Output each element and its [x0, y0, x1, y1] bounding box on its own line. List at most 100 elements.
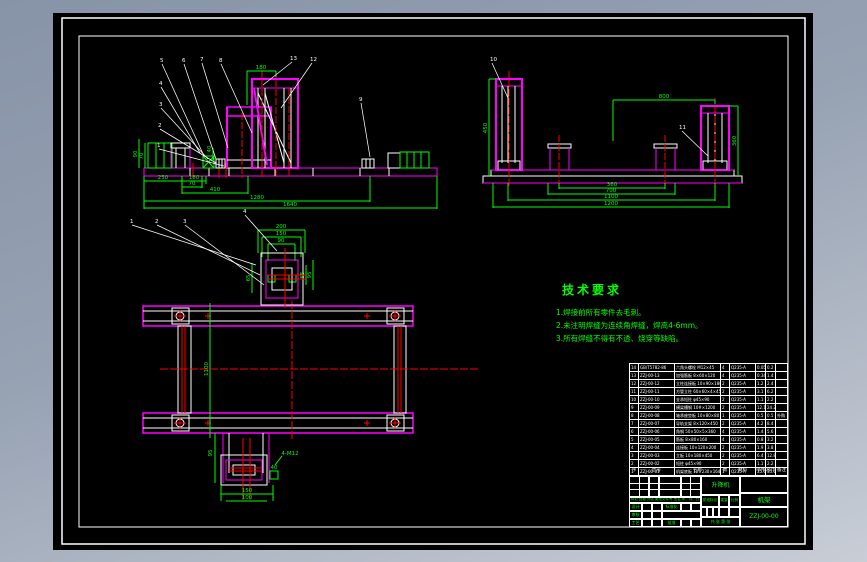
scale-label: 比例 [729, 495, 740, 507]
bom-row: 9 ZZJ-00-09 横梁槽钢 10#×1200 2 Q235-A 12.1 … [630, 404, 788, 412]
dimension: 1640 [283, 202, 297, 208]
bom-cell-name: 横梁槽钢 10#×1200 [675, 404, 721, 412]
signature-cell [642, 511, 652, 519]
revision-grid-col [659, 476, 681, 497]
bom-cell-total-weight: 12.8 [766, 452, 776, 460]
dimension: 90 [133, 150, 139, 157]
bom-row: 5 ZZJ-00-05 筋板 8×80×160 4 Q235-A 0.8 3.2 [630, 436, 788, 444]
bom-cell-total-weight: 8.4 [766, 420, 776, 428]
bom-table: 14 GB/T5782-86 六角头螺栓 M12×45 4 Q235-A 0.0… [629, 363, 788, 476]
bom-cell-code: ZZJ-00-04 [639, 444, 675, 452]
bom-cell-total-weight: 2.4 [766, 380, 776, 388]
weight-label: 重量 [719, 495, 729, 507]
bom-cell-total-weight: 3.8 [766, 444, 776, 452]
bom-cell-no: 10 [630, 396, 639, 404]
dimension: 150 [242, 488, 253, 494]
date-cell [652, 519, 662, 527]
dimension: 95 [208, 449, 214, 456]
date-cell [691, 519, 701, 527]
balloon: 6 [182, 58, 186, 64]
bom-cell-name: 轴承座垫板 10×80×80 [675, 412, 721, 420]
bom-cell-code: ZZJ-00-11 [639, 388, 675, 396]
balloon: 5 [160, 58, 164, 64]
bom-cell-code: ZZJ-00-12 [639, 380, 675, 388]
bom-cell-material: Q235-A [730, 452, 756, 460]
bom-cell-material: Q235-A [730, 388, 756, 396]
tech-requirement-item: 1.焊接前所有零件去毛刺。 [556, 308, 646, 317]
balloon: 1 [157, 143, 161, 149]
dimension: 360 [732, 135, 738, 146]
balloon: 3 [159, 102, 163, 108]
date-cell [652, 503, 662, 511]
dimension: 410 [210, 187, 221, 193]
bom-cell-no: 6 [630, 428, 639, 436]
bom-cell-code: ZZJ-00-08 [639, 412, 675, 420]
bom-cell-name: 筋板 8×80×160 [675, 436, 721, 444]
bom-cell-unit-weight: 6.4 [756, 452, 766, 460]
balloon: 8 [219, 58, 223, 64]
dimension: 1100 [604, 194, 618, 200]
bom-cell-qty: 2 [721, 420, 730, 428]
bom-cell-qty: 4 [721, 372, 730, 380]
bom-cell-total-weight: 0.5 [766, 412, 776, 420]
bom-cell-remark [776, 420, 788, 428]
bom-cell-code: ZZJ-00-13 [639, 372, 675, 380]
bom-cell-code: GB/T5782-86 [639, 364, 675, 372]
standard-label: 标准化 [662, 503, 681, 511]
process-label: 工艺 [629, 519, 642, 527]
bom-cell-remark [776, 396, 788, 404]
bom-cell-remark [776, 452, 788, 460]
bom-cell-qty: 2 [721, 396, 730, 404]
bom-cell-total-weight: 6.2 [766, 388, 776, 396]
dimension: 180 [256, 65, 267, 71]
dimension: 70 [189, 181, 196, 187]
front-view: 180 250 180 70 410 1280 1640 70 90 40 5 … [133, 56, 438, 209]
bom-cell-remark [776, 444, 788, 452]
bom-cell-material: Q235-A [730, 364, 756, 372]
bom-cell-unit-weight: 1.9 [756, 444, 766, 452]
bom-cell-code: ZZJ-00-09 [639, 404, 675, 412]
bom-cell-code: ZZJ-00-07 [639, 420, 675, 428]
bom-cell-unit-weight: 0.34 [756, 372, 766, 380]
bom-cell-qty: 2 [721, 404, 730, 412]
bom-cell-remark [776, 388, 788, 396]
bom-row: 12 ZZJ-00-12 立柱连接板 10×90×180 2 Q235-A 1.… [630, 380, 788, 388]
revision-grid-col [639, 476, 649, 497]
check-label: 审核 [629, 511, 642, 519]
bom-cell-name: 角钢 50×50×5×360 [675, 428, 721, 436]
bom-cell-code: ZZJ-00-10 [639, 396, 675, 404]
bom-cell-name: 立柱连接板 10×90×180 [675, 380, 721, 388]
bom-cell-qty: 2 [721, 388, 730, 396]
side-view: 800 450 360 360 700 1100 1200 10 11 [482, 57, 743, 208]
bom-cell-qty: 4 [721, 428, 730, 436]
approve-label: 批准 [662, 519, 681, 527]
bom-row: 8 ZZJ-00-08 轴承座垫板 10×80×80 1 Q235-A 0.5 … [630, 412, 788, 420]
front-dimensions: 180 250 180 70 410 1280 1640 70 90 40 [133, 65, 297, 208]
bom-cell-code: ZZJ-00-05 [639, 436, 675, 444]
bom-cell-qty: 4 [721, 436, 730, 444]
part-name: 机架 [740, 493, 788, 507]
balloon: 9 [359, 97, 363, 103]
signature-cell [681, 519, 691, 527]
bom-cell-unit-weight: 1.2 [756, 380, 766, 388]
bom-row: 14 GB/T5782-86 六角头螺栓 M12×45 4 Q235-A 0.0… [630, 364, 788, 372]
bom-cell-unit-weight: 1.1 [756, 396, 766, 404]
bom-cell-material: Q235-A [730, 412, 756, 420]
bom-cell-no: 5 [630, 436, 639, 444]
dimension: 4-M12 [281, 451, 298, 457]
bom-cell-name: 六角头螺栓 M12×45 [675, 364, 721, 372]
bom-cell-no: 7 [630, 420, 639, 428]
tech-requirement-item: 3.所有焊缝不得有不透、烧穿等缺陷。 [556, 334, 684, 343]
bom-cell-material: Q235-A [730, 444, 756, 452]
balloon: 10 [490, 57, 497, 63]
bom-cell-material: Q235-A [730, 380, 756, 388]
bom-cell-material: Q235-A [730, 436, 756, 444]
plan-view: 1100 200 150 90 95 55 65 95 150 100 40 4… [130, 209, 480, 502]
bom-row: 11 ZZJ-00-11 方管立柱 60×60×4×450 2 Q235-A 3… [630, 388, 788, 396]
title-block: 标记 处数 分区 更改文件号 签名 年、月、日 设计 标准化 审核 工艺 批准 … [629, 476, 788, 527]
bom-cell-remark [776, 404, 788, 412]
bom-cell-name: 支承短柱 φ45×90 [675, 396, 721, 404]
signature-cell [642, 519, 652, 527]
bom-cell-no: 9 [630, 404, 639, 412]
bom-cell-remark [776, 428, 788, 436]
